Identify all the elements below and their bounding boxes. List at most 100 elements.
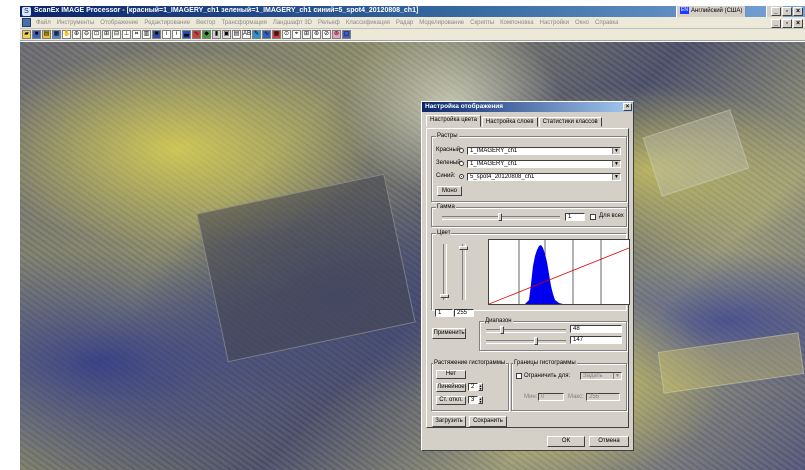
menu-item[interactable]: Компоновка: [497, 20, 536, 26]
restore-icon[interactable]: ▫: [782, 7, 792, 16]
navigator-icon[interactable]: ⊞: [302, 30, 311, 39]
save-icon[interactable]: ■: [32, 30, 41, 39]
measure-icon[interactable]: ⊥: [122, 30, 131, 39]
color-min-slider-thumb[interactable]: [440, 294, 449, 298]
tab-layer-settings[interactable]: Настройка слоев: [481, 117, 538, 127]
range-low-slider-track[interactable]: [486, 329, 566, 333]
limit-checkbox[interactable]: [516, 373, 522, 379]
palette-icon[interactable]: ⊚: [332, 30, 341, 39]
search-icon[interactable]: ⊘: [322, 30, 331, 39]
range-high-field[interactable]: 147: [570, 336, 622, 344]
ab-icon[interactable]: AB: [242, 30, 251, 39]
ok-button[interactable]: ОК: [547, 436, 585, 447]
draw-icon[interactable]: ✎: [252, 30, 261, 39]
green-channel-radio[interactable]: [459, 161, 464, 166]
legend-icon[interactable]: ▮: [212, 30, 221, 39]
document-icon[interactable]: [22, 18, 31, 27]
menu-item[interactable]: Моделирование: [416, 20, 467, 26]
save-settings-button[interactable]: Сохранить: [469, 416, 507, 427]
minimize-icon[interactable]: _: [771, 7, 781, 16]
profile-icon[interactable]: ∿: [192, 30, 201, 39]
cancel-button[interactable]: Отмена: [589, 436, 629, 447]
zoom-fit-icon[interactable]: ⊞: [102, 30, 111, 39]
menu-item[interactable]: Окно: [572, 20, 592, 26]
menu-item[interactable]: Файл: [33, 20, 54, 26]
info-icon[interactable]: i: [162, 30, 171, 39]
color-max-field[interactable]: 255: [454, 309, 474, 317]
close-icon[interactable]: ×: [793, 7, 803, 16]
menu-item[interactable]: Справка: [592, 20, 622, 26]
green-channel-select[interactable]: 1_IMAGERY_ch1 ▼: [467, 160, 621, 168]
stretch-linear-spinner[interactable]: ▴ ▾: [478, 383, 483, 391]
menu-item[interactable]: Ландшафт 3D: [270, 20, 315, 26]
tab-color-settings[interactable]: Настройка цвета: [426, 115, 481, 127]
limit-select[interactable]: Задать ▼: [580, 372, 622, 380]
range-low-field[interactable]: 48: [570, 325, 622, 333]
pan-icon[interactable]: ✋: [62, 30, 71, 39]
mdi-close-icon[interactable]: ×: [793, 19, 803, 28]
stretch-stddev-button[interactable]: Ст. откл.: [436, 396, 466, 405]
export-icon[interactable]: ▢: [342, 30, 351, 39]
layout-icon[interactable]: ▣: [222, 30, 231, 39]
stretch-stddev-spinner[interactable]: ▴ ▾: [478, 396, 483, 404]
blue-channel-select[interactable]: 5_spot4_20120808_ch1 ▼: [467, 173, 621, 181]
range-low-slider-thumb[interactable]: [500, 326, 504, 334]
color-max-slider-track[interactable]: [462, 244, 466, 300]
color-max-slider-thumb[interactable]: [459, 246, 468, 250]
classes-icon[interactable]: ◆: [202, 30, 211, 39]
zoom-in-icon[interactable]: ⊕: [72, 30, 81, 39]
menu-item[interactable]: Скрипты: [467, 20, 497, 26]
overview-icon[interactable]: ■: [152, 30, 161, 39]
layers-icon[interactable]: ▤: [42, 30, 51, 39]
menu-item[interactable]: Редактирование: [141, 20, 193, 26]
language-indicator[interactable]: EN Английский (США): [676, 6, 746, 17]
stretch-linear-field[interactable]: 2: [468, 383, 478, 391]
menu-item[interactable]: Вектор: [193, 20, 218, 26]
zoom-out-icon[interactable]: ⊖: [82, 30, 91, 39]
vector-icon[interactable]: ∿: [262, 30, 271, 39]
tab-class-statistics[interactable]: Статистики классов: [538, 117, 602, 127]
range-high-slider-track[interactable]: [486, 340, 566, 344]
menu-item[interactable]: Классификация: [343, 20, 393, 26]
min-field[interactable]: 0: [538, 393, 564, 401]
zoom-layer-icon[interactable]: ⊟: [112, 30, 121, 39]
identify-icon[interactable]: ⅰ: [172, 30, 181, 39]
blue-channel-radio[interactable]: [459, 174, 464, 179]
mdi-restore-icon[interactable]: ▫: [782, 19, 792, 28]
mdi-minimize-icon[interactable]: _: [771, 19, 781, 28]
red-channel-radio[interactable]: [459, 148, 464, 153]
menu-item[interactable]: Радар: [393, 20, 416, 26]
raster-icon[interactable]: ▦: [272, 30, 281, 39]
dialog-close-button[interactable]: ×: [623, 103, 632, 111]
table-icon[interactable]: ▤: [232, 30, 241, 39]
color-min-slider-track[interactable]: [443, 244, 447, 300]
load-button[interactable]: Загрузить: [432, 416, 466, 427]
scale-icon[interactable]: ⌗: [132, 30, 141, 39]
grid-icon[interactable]: ▦: [52, 30, 61, 39]
menu-item[interactable]: Инструменты: [54, 20, 97, 26]
settings-icon[interactable]: ⊛: [312, 30, 321, 39]
apply-button[interactable]: Применить: [432, 328, 466, 339]
mono-button[interactable]: Моно: [437, 186, 462, 196]
stretch-linear-button[interactable]: Линейное: [436, 383, 466, 392]
menu-item[interactable]: Настройки: [537, 20, 572, 26]
max-field[interactable]: 255: [586, 393, 620, 401]
menu-item[interactable]: Трансформация: [218, 20, 269, 26]
range-high-slider-thumb[interactable]: [534, 337, 538, 345]
stretch-none-button[interactable]: Нет: [436, 370, 466, 379]
red-channel-select[interactable]: 1_IMAGERY_ch1 ▼: [467, 147, 621, 155]
zoom-window-icon[interactable]: ⊡: [92, 30, 101, 39]
open-icon[interactable]: ▰: [22, 30, 31, 39]
stretch-stddev-field[interactable]: 3: [468, 396, 478, 404]
histogram-icon[interactable]: ▃: [182, 30, 191, 39]
rotate-icon[interactable]: ⊙: [282, 30, 291, 39]
image-canvas[interactable]: [20, 42, 805, 470]
menu-item[interactable]: Рельеф: [315, 20, 343, 26]
gamma-slider-thumb[interactable]: [498, 213, 502, 221]
crosshair-icon[interactable]: ⌖: [292, 30, 301, 39]
gamma-value-field[interactable]: 1: [565, 213, 585, 221]
split-icon[interactable]: ▥: [142, 30, 151, 39]
menu-item[interactable]: Отображение: [97, 20, 141, 26]
all-channels-checkbox[interactable]: [590, 214, 596, 220]
color-min-field[interactable]: 1: [435, 309, 453, 317]
